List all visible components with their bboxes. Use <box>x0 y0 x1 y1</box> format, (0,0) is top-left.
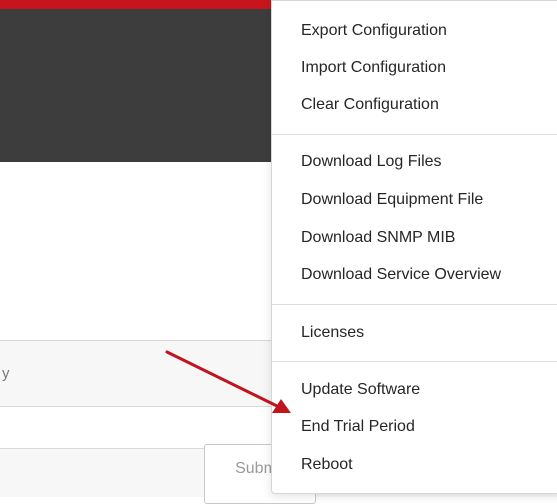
menu-item-export-configuration[interactable]: Export Configuration <box>301 22 447 40</box>
field-label: y <box>2 365 10 382</box>
menu-divider <box>272 134 557 135</box>
menu-item-reboot[interactable]: Reboot <box>301 456 353 474</box>
menu-item-import-configuration[interactable]: Import Configuration <box>301 59 446 77</box>
menu-item-download-equipment-file[interactable]: Download Equipment File <box>301 191 483 209</box>
menu-divider <box>272 304 557 305</box>
menu-item-download-log-files[interactable]: Download Log Files <box>301 153 442 171</box>
menu-item-licenses[interactable]: Licenses <box>301 324 364 342</box>
menu-item-download-snmp-mib[interactable]: Download SNMP MIB <box>301 229 455 247</box>
menu-divider <box>272 361 557 362</box>
menu-item-clear-configuration[interactable]: Clear Configuration <box>301 96 439 114</box>
menu-item-update-software[interactable]: Update Software <box>301 381 420 399</box>
settings-dropdown-menu: Export Configuration Import Configuratio… <box>271 0 557 494</box>
menu-item-end-trial-period[interactable]: End Trial Period <box>301 418 415 436</box>
menu-item-download-service-overview[interactable]: Download Service Overview <box>301 266 501 284</box>
